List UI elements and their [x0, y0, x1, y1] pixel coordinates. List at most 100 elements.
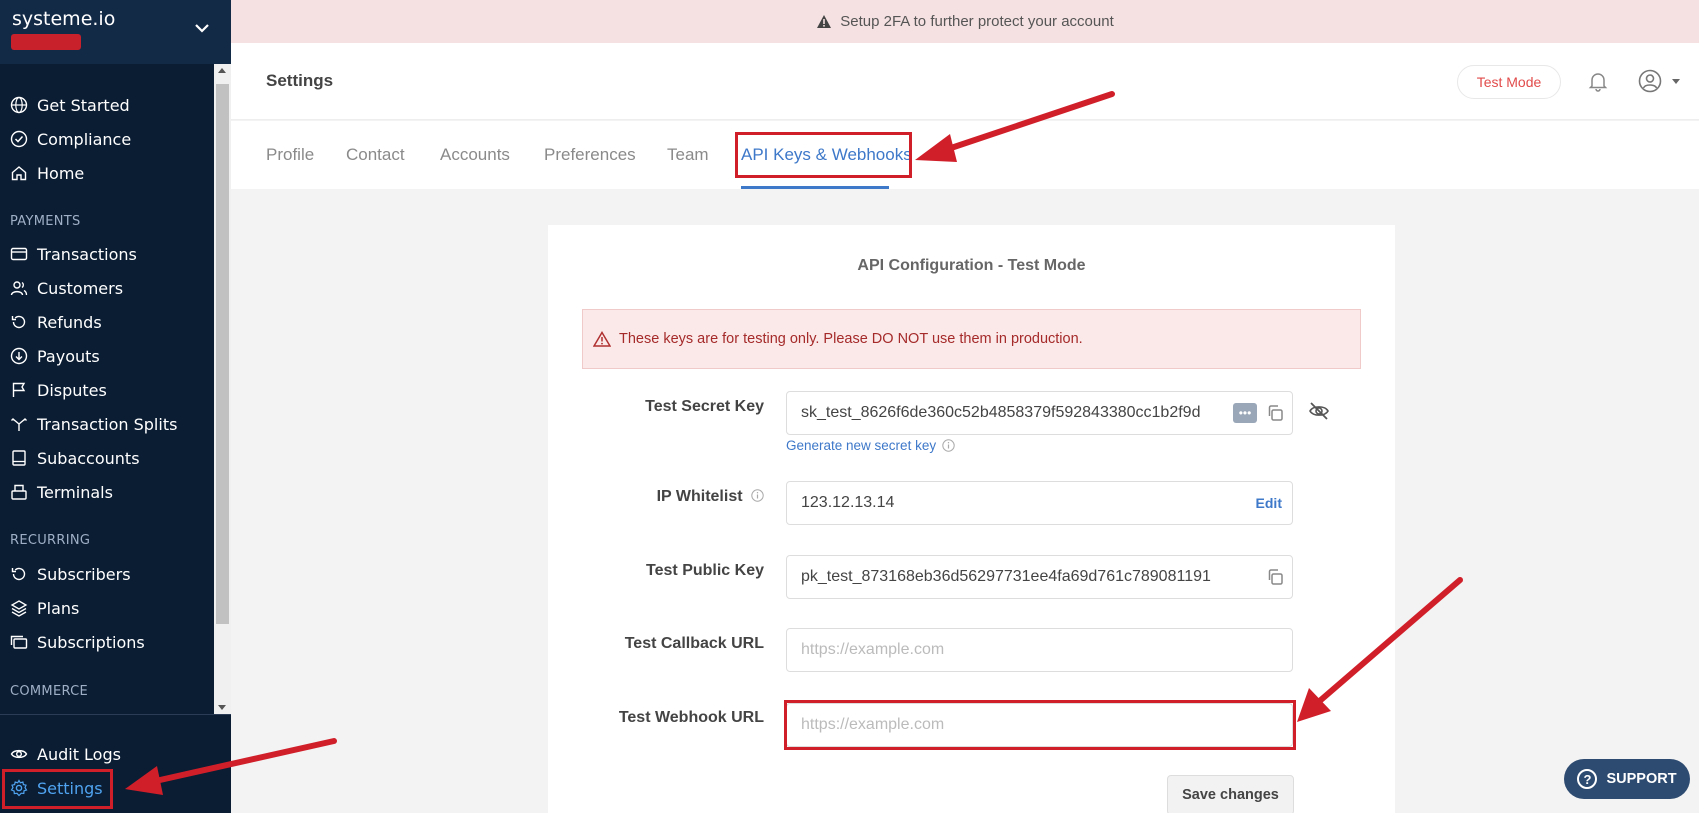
sidebar-item-home[interactable]: Home [10, 161, 84, 185]
reveal-more-button[interactable]: ••• [1233, 403, 1257, 423]
sidebar: systeme.io Get Started Compliance Home P… [0, 0, 231, 813]
sidebar-item-disputes[interactable]: Disputes [10, 378, 107, 402]
generate-secret-key-link[interactable]: Generate new secret key [786, 438, 955, 453]
workspace-switcher[interactable]: systeme.io [0, 0, 231, 64]
sidebar-item-label: Payouts [37, 346, 100, 366]
tab-accounts[interactable]: Accounts [440, 145, 510, 165]
scroll-down-icon[interactable] [218, 705, 226, 710]
caret-down-icon[interactable] [1672, 79, 1680, 84]
card-title: API Configuration - Test Mode [857, 257, 1086, 274]
ip-whitelist-label-text: IP Whitelist [656, 488, 743, 505]
sidebar-item-label: Transaction Splits [37, 414, 178, 434]
page-title: Settings [266, 71, 334, 90]
secret-key-field[interactable]: sk_test_8626f6de360c52b4858379f592843380… [786, 391, 1293, 435]
callback-url-label: Test Callback URL [624, 635, 764, 652]
sidebar-item-label: Subaccounts [37, 448, 140, 468]
ip-edit-link[interactable]: Edit [1256, 495, 1282, 511]
user-avatar-icon[interactable] [1638, 69, 1662, 93]
sidebar-item-terminals[interactable]: Terminals [10, 480, 113, 504]
eye-off-icon[interactable] [1308, 400, 1330, 422]
warning-icon [593, 331, 611, 347]
active-tab-indicator [741, 186, 889, 189]
sidebar-item-label: Home [37, 163, 85, 183]
sidebar-item-label: Refunds [37, 312, 102, 332]
eye-icon [10, 745, 28, 763]
brand-name: systeme.io [12, 8, 116, 30]
bell-icon[interactable] [1587, 70, 1609, 92]
sidebar-item-customers[interactable]: Customers [10, 276, 123, 300]
sidebar-item-subscriptions[interactable]: Subscriptions [10, 630, 145, 654]
card-icon [10, 245, 28, 263]
tab-preferences[interactable]: Preferences [544, 145, 636, 165]
info-icon [942, 439, 955, 452]
public-key-field[interactable]: pk_test_873168eb36d56297731ee4fa69d761c7… [786, 555, 1293, 599]
annotation-highlight-settings [2, 769, 113, 809]
page-header: Settings Test Mode [231, 43, 1699, 120]
ip-whitelist-label: IP Whitelist [584, 488, 764, 506]
cards-icon [10, 633, 28, 651]
annotation-highlight-tab [735, 132, 912, 178]
test-keys-alert: These keys are for testing only. Please … [582, 309, 1361, 369]
chevron-down-icon[interactable] [192, 18, 212, 38]
annotation-highlight-webhook [784, 700, 1296, 750]
sidebar-item-label: Terminals [37, 482, 113, 502]
sidebar-item-refunds[interactable]: Refunds [10, 310, 102, 334]
refresh-icon [10, 565, 28, 583]
section-label-payments: PAYMENTS [10, 214, 81, 229]
sidebar-nav: Get Started Compliance Home PAYMENTS Tra… [0, 64, 215, 714]
secret-key-value: sk_test_8626f6de360c52b4858379f592843380… [801, 404, 1201, 421]
security-banner[interactable]: Setup 2FA to further protect your accoun… [231, 0, 1699, 43]
callback-url-input[interactable]: https://example.com [786, 628, 1293, 672]
users-icon [10, 279, 28, 297]
sidebar-item-compliance[interactable]: Compliance [10, 127, 131, 151]
sidebar-scrollbar[interactable] [214, 64, 231, 714]
sidebar-item-label: Plans [37, 598, 80, 618]
sidebar-item-get-started[interactable]: Get Started [10, 93, 130, 117]
info-icon [751, 489, 764, 502]
copy-icon[interactable] [1266, 568, 1284, 586]
scroll-up-icon[interactable] [218, 68, 226, 73]
copy-icon[interactable] [1266, 404, 1284, 422]
support-button[interactable]: ? SUPPORT [1564, 759, 1690, 799]
sidebar-item-label: Customers [37, 278, 124, 298]
warning-icon [816, 14, 832, 29]
support-label: SUPPORT [1606, 771, 1677, 787]
sidebar-item-label: Disputes [37, 380, 107, 400]
globe-icon [10, 96, 28, 114]
sidebar-divider [0, 714, 231, 715]
book-icon [10, 449, 28, 467]
payout-icon [10, 347, 28, 365]
sidebar-item-label: Transactions [37, 244, 137, 264]
tab-team[interactable]: Team [667, 145, 709, 165]
sidebar-item-transactions[interactable]: Transactions [10, 242, 137, 266]
sidebar-item-plans[interactable]: Plans [10, 596, 79, 620]
secret-key-label: Test Secret Key [645, 398, 764, 415]
sidebar-item-label: Subscribers [37, 564, 131, 584]
help-icon: ? [1577, 769, 1598, 789]
ip-whitelist-field[interactable]: 123.12.13.14 Edit [786, 481, 1293, 525]
banner-text: Setup 2FA to further protect your accoun… [840, 13, 1114, 30]
api-config-card: API Configuration - Test Mode These keys… [548, 225, 1395, 813]
tab-contact[interactable]: Contact [346, 145, 405, 165]
layers-icon [10, 599, 28, 617]
test-mode-button[interactable]: Test Mode [1457, 65, 1561, 99]
flag-icon [10, 381, 28, 399]
sidebar-item-transaction-splits[interactable]: Transaction Splits [10, 412, 177, 436]
sidebar-item-subaccounts[interactable]: Subaccounts [10, 446, 140, 470]
refund-icon [10, 313, 28, 331]
tab-profile[interactable]: Profile [266, 145, 314, 165]
alert-text: These keys are for testing only. Please … [619, 331, 1083, 347]
save-changes-button[interactable]: Save changes [1167, 775, 1294, 813]
terminal-icon [10, 483, 28, 501]
sidebar-item-label: Get Started [37, 95, 130, 115]
sidebar-item-label: Audit Logs [37, 744, 121, 764]
sidebar-item-payouts[interactable]: Payouts [10, 344, 100, 368]
public-key-label: Test Public Key [646, 562, 764, 579]
section-label-commerce: COMMERCE [10, 684, 89, 699]
sidebar-item-subscribers[interactable]: Subscribers [10, 562, 131, 586]
scroll-thumb[interactable] [216, 84, 229, 624]
sidebar-item-label: Subscriptions [37, 632, 145, 652]
sidebar-item-audit-logs[interactable]: Audit Logs [10, 742, 121, 766]
split-icon [10, 415, 28, 433]
sidebar-item-label: Compliance [37, 129, 132, 149]
